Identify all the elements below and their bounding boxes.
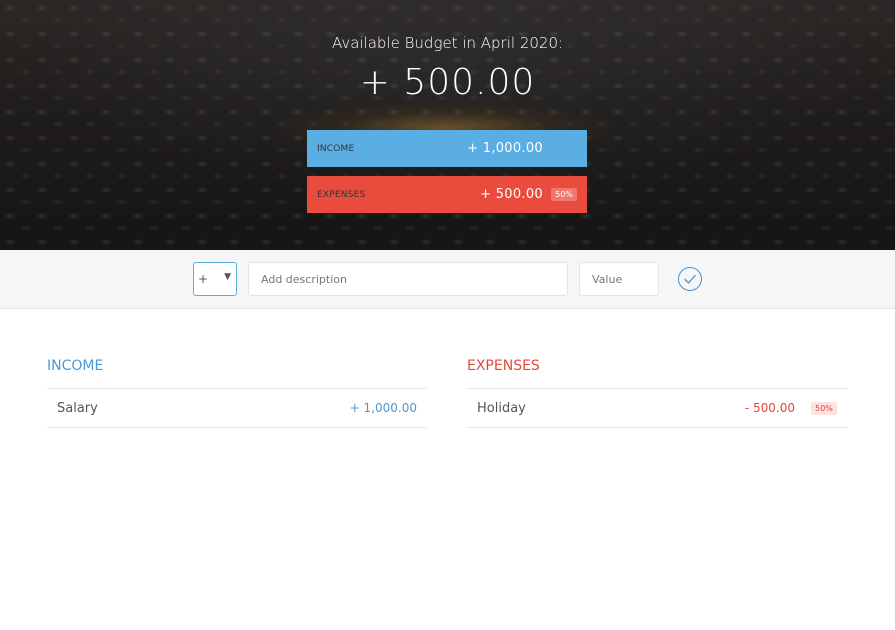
description-input[interactable] [248,262,568,296]
type-select[interactable]: + ▼ [193,262,237,296]
income-list: Income Salary + 1,000.00 [47,358,427,428]
checkmark-icon [684,274,696,284]
expenses-list-title: Expenses [467,358,540,374]
chevron-down-icon: ▼ [224,272,231,282]
budget-header: Available Budget in April 2020: + 500.00… [0,0,895,250]
budget-title: Available Budget in April 2020: [331,34,564,52]
add-item-button[interactable] [678,267,702,291]
income-list-title: Income [47,358,104,374]
income-summary-label: Income [317,143,355,154]
list-item[interactable]: Holiday - 500.00 50% [467,388,847,428]
value-input[interactable] [579,262,659,296]
income-summary-value: + 1,000.00 [467,141,543,156]
income-summary: Income + 1,000.00 [307,130,587,167]
item-description: Holiday [477,400,526,416]
item-value: - 500.00 [744,401,795,415]
list-item[interactable]: Salary + 1,000.00 [47,388,427,428]
expenses-summary-value: + 500.00 [480,187,543,202]
expenses-summary-label: Expenses [317,189,366,200]
expenses-summary-percentage: 50% [551,188,577,201]
add-item-bar: + ▼ [0,250,895,309]
item-description: Salary [57,400,98,416]
expenses-list: Expenses Holiday - 500.00 50% [467,358,847,428]
type-select-value: + [198,272,209,286]
budget-value: + 500.00 [359,62,536,103]
expenses-summary: Expenses + 500.00 50% [307,176,587,213]
item-percentage: 50% [811,401,837,415]
item-value: + 1,000.00 [349,401,417,415]
